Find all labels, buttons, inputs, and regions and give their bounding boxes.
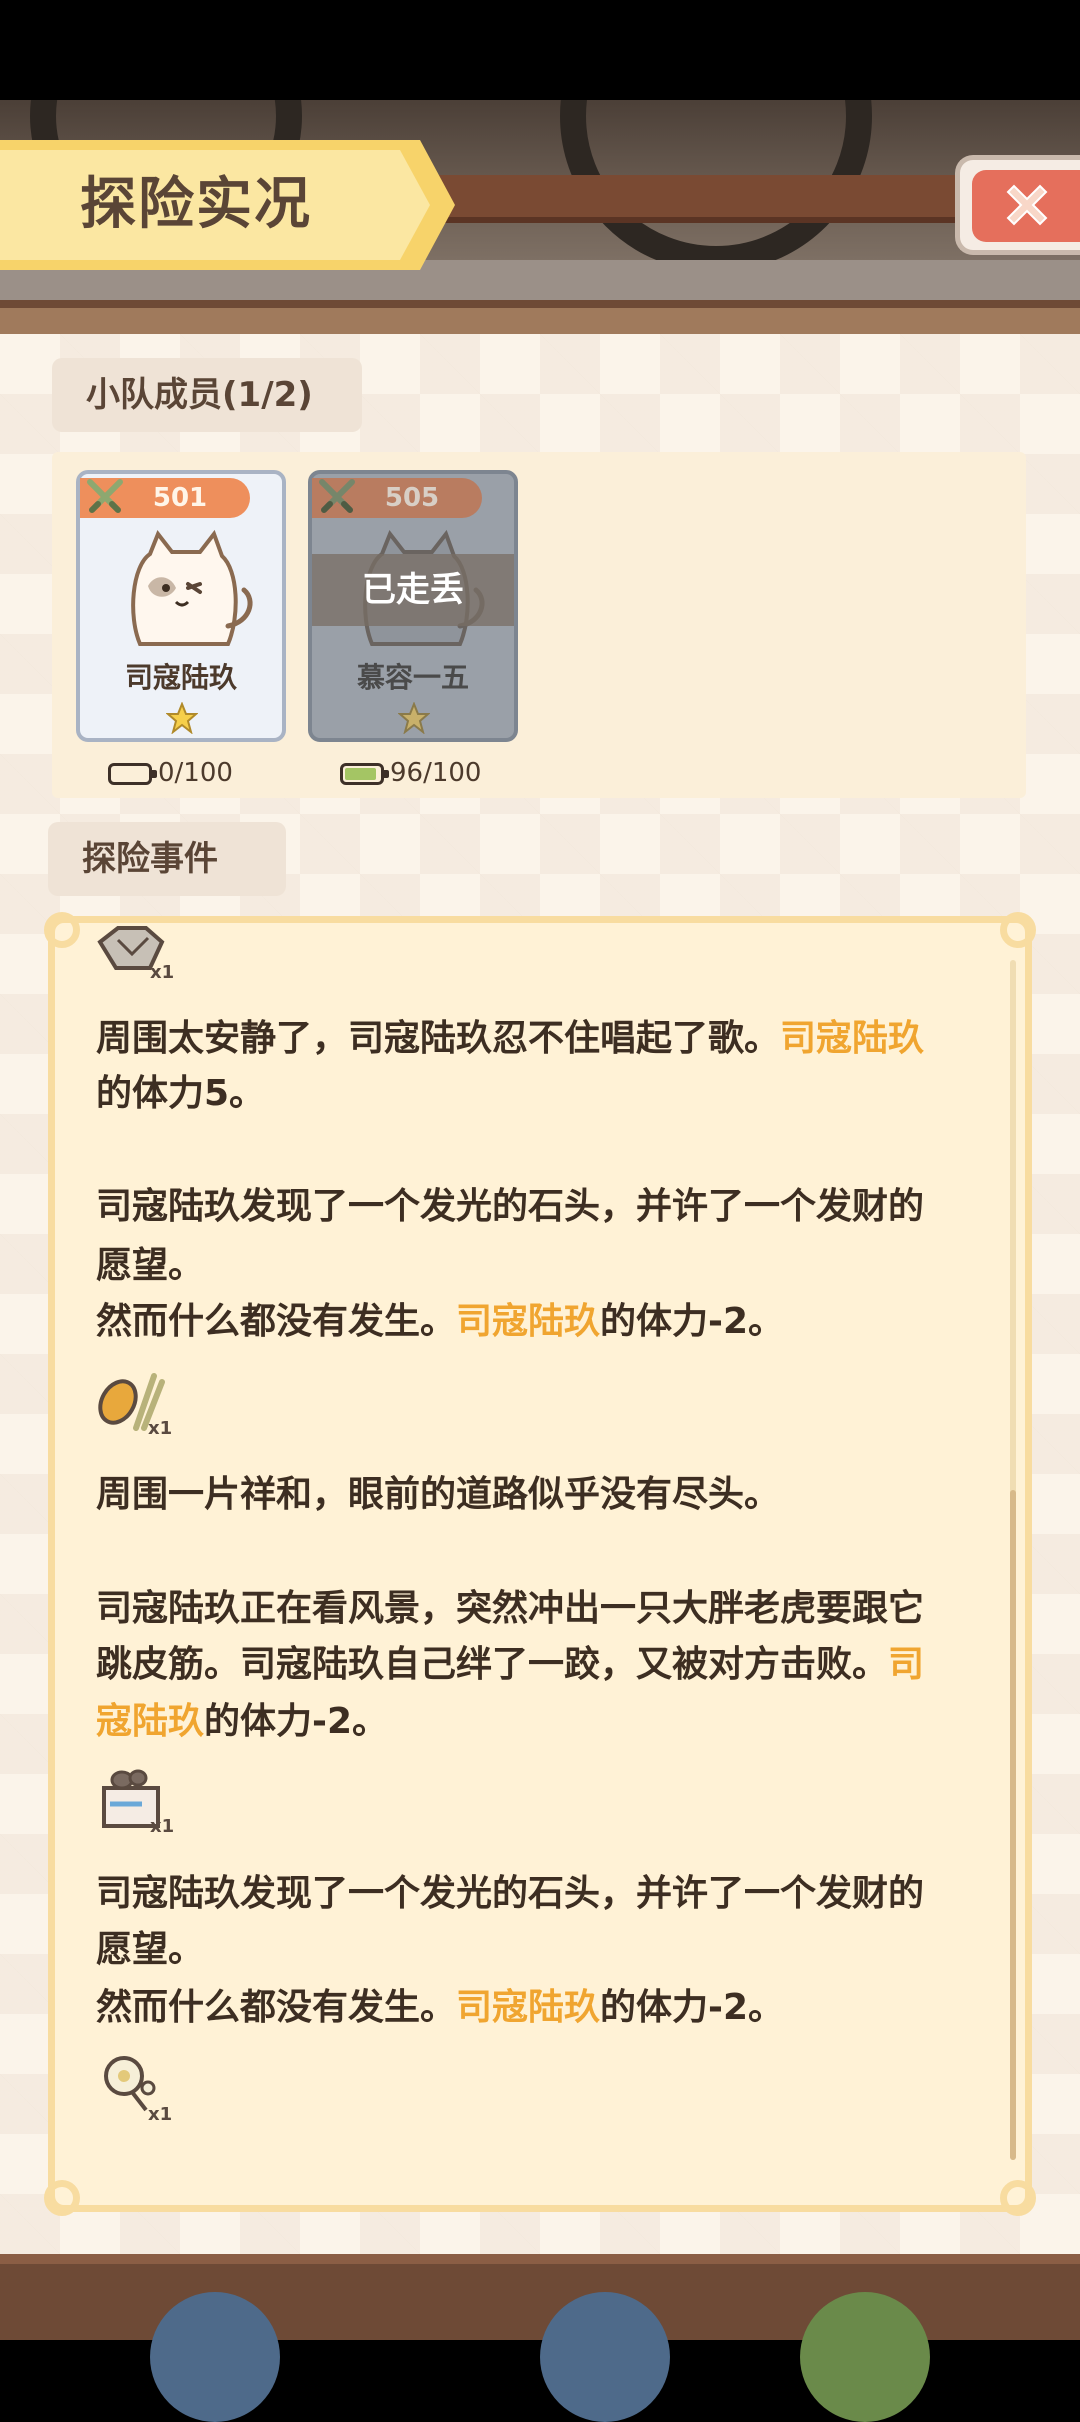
item-count: x1 <box>148 1418 173 1439</box>
crossed-swords-icon <box>87 479 123 513</box>
member-card-1[interactable]: 501 司寇陆玖 <box>76 470 286 742</box>
status-bar <box>0 0 1080 100</box>
page-title: 探险实况 <box>80 172 312 237</box>
battery-icon <box>108 762 157 785</box>
cat-icon <box>131 529 253 646</box>
frame-corner-decor <box>44 912 80 948</box>
bottom-decor <box>800 2292 930 2422</box>
event-text-line: 然而什么都没有发生。司寇陆玖的体力-2。 <box>96 1301 785 1342</box>
frame-corner-decor <box>1000 912 1036 948</box>
team-section-label: 小队成员(1/2) <box>52 358 362 432</box>
crossed-swords-icon <box>319 479 355 513</box>
stamina-value: 0/100 <box>158 758 233 788</box>
event-text-line: 寇陆玖的体力-2。 <box>96 1701 389 1742</box>
member-name: 司寇陆玖 <box>124 661 237 694</box>
event-text-line: 司寇陆玖正在看风景，突然冲出一只大胖老虎要跟它 <box>96 1588 925 1629</box>
event-text-line: 愿望。 <box>96 1245 205 1286</box>
battery-icon <box>340 762 389 785</box>
item-count: x1 <box>150 1816 175 1837</box>
item-count: x1 <box>150 962 175 983</box>
event-text-line: 跳皮筋。司寇陆玖自己绊了一跤，又被对方击败。司 <box>96 1644 925 1685</box>
bottom-decor <box>150 2292 280 2422</box>
event-text-line: 司寇陆玖发现了一个发光的石头，并许了一个发财的 <box>96 1186 925 1227</box>
frame-corner-decor <box>44 2180 80 2216</box>
close-icon <box>1006 184 1048 226</box>
member-status: 已走丢 <box>312 554 514 626</box>
member-stamina-1: 0/100 <box>108 756 233 790</box>
close-button-face <box>972 170 1080 242</box>
event-text-line: 愿望。 <box>96 1929 205 1970</box>
event-text-line: 周围太安静了，司寇陆玖忍不住唱起了歌。司寇陆玖 <box>96 1018 925 1059</box>
event-text-line: 司寇陆玖发现了一个发光的石头，并许了一个发财的 <box>96 1873 925 1914</box>
star-icon <box>166 702 198 734</box>
bottom-bar <box>0 2254 1080 2422</box>
event-text-line: 的体力5。 <box>96 1073 266 1114</box>
event-text-line: 然而什么都没有发生。司寇陆玖的体力-2。 <box>96 1987 785 2028</box>
member-name: 慕容一五 <box>356 661 469 694</box>
star-icon <box>398 702 430 734</box>
stamina-value: 96/100 <box>390 758 482 788</box>
event-text-line: 周围一片祥和，眼前的道路似乎没有尽头。 <box>96 1474 781 1515</box>
event-log-scrollbar-thumb[interactable] <box>1010 1490 1016 2160</box>
close-button[interactable] <box>955 155 1080 255</box>
member-card-2[interactable]: 505 已走丢 慕容一五 <box>308 470 518 742</box>
member-stamina-2: 96/100 <box>340 756 481 790</box>
frame-corner-decor <box>1000 2180 1036 2216</box>
bottom-decor <box>540 2292 670 2422</box>
item-count: x1 <box>148 2104 173 2125</box>
events-section-label: 探险事件 <box>48 822 286 896</box>
